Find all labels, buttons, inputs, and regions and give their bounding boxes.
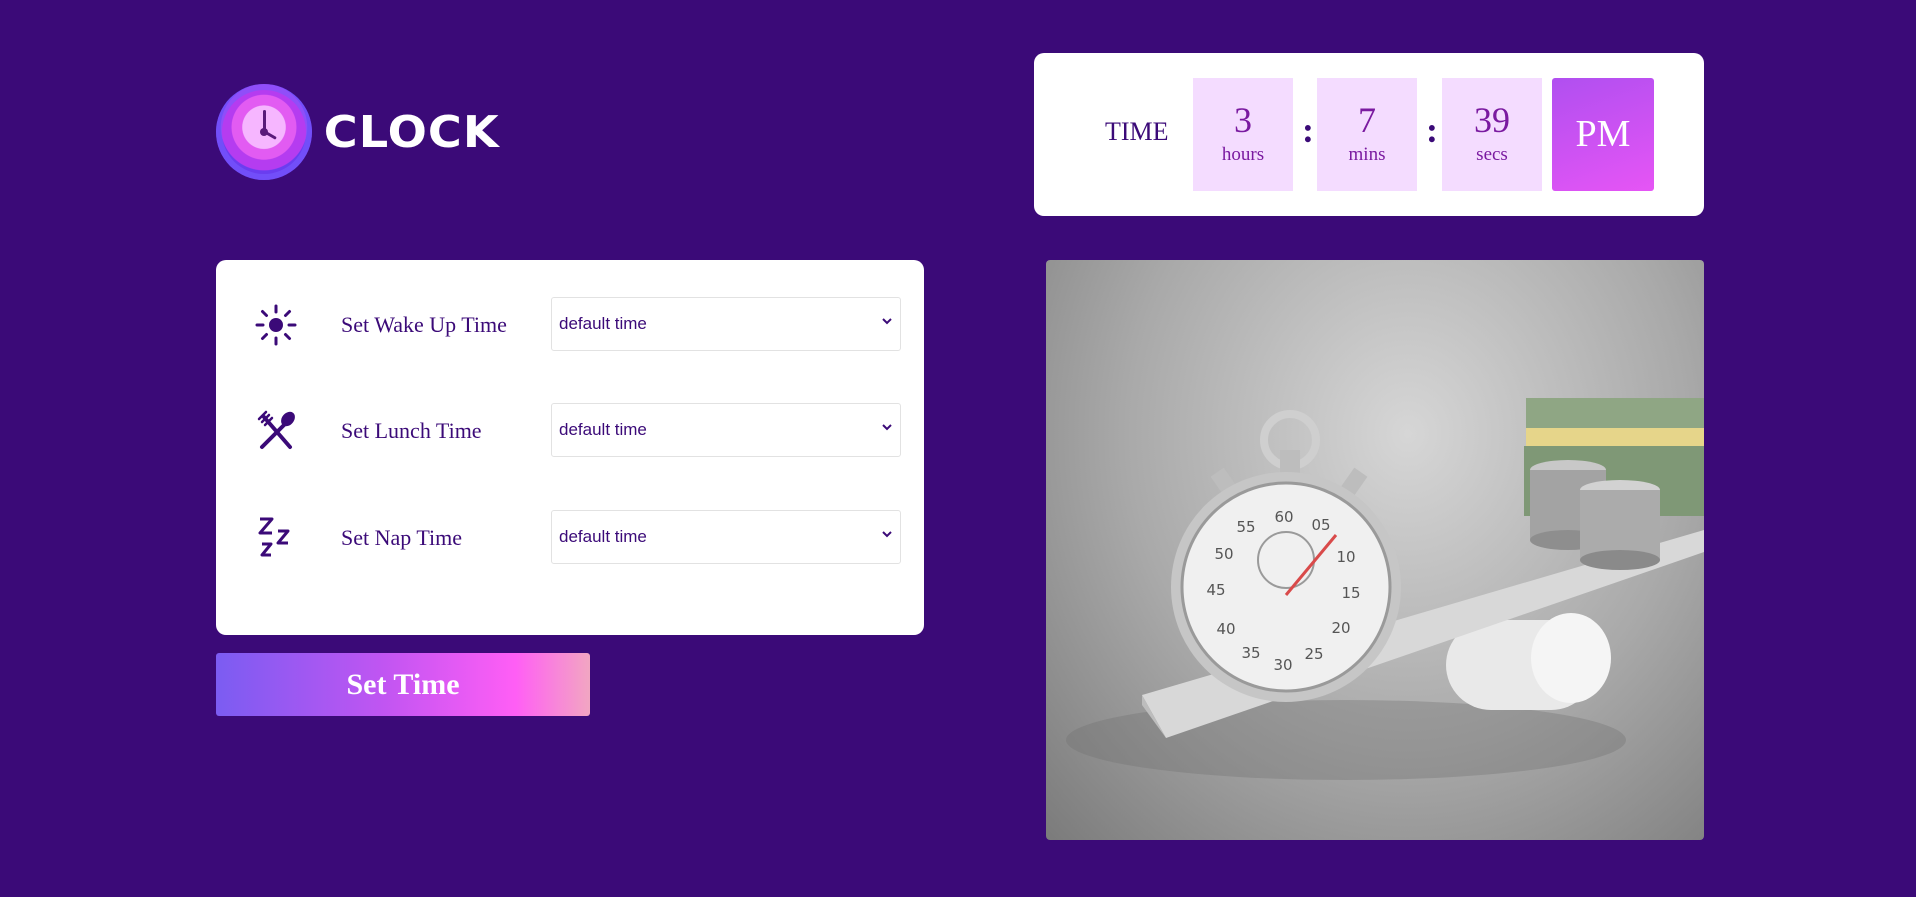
svg-text:25: 25 (1304, 645, 1323, 663)
logo: CLOCK (216, 84, 499, 180)
svg-text:40: 40 (1216, 620, 1235, 638)
select-value: default time (559, 420, 647, 439)
stopwatch-illustration: 60 05 10 15 20 25 30 35 40 45 5055 (1066, 398, 1704, 780)
lunch-row: Set Lunch Time default time (254, 403, 901, 459)
nap-row: Set Nap Time default time (254, 510, 901, 566)
hours-box: 3 hours (1193, 78, 1293, 191)
mins-value: 7 (1358, 100, 1376, 140)
svg-text:15: 15 (1341, 584, 1360, 602)
select-value: default time (559, 527, 647, 546)
fork-spoon-icon (257, 410, 295, 449)
lunch-time-select[interactable]: default time (551, 403, 901, 457)
ampm-indicator: PM (1552, 78, 1654, 191)
svg-text:35: 35 (1241, 644, 1260, 662)
set-time-button[interactable]: Set Time (216, 653, 590, 716)
clock-icon (216, 84, 312, 180)
mins-box: 7 mins (1317, 78, 1417, 191)
stopwatch-money-image: 60 05 10 15 20 25 30 35 40 45 50 55 (1046, 260, 1704, 840)
wake-up-time-select[interactable]: default time (551, 297, 901, 351)
svg-text:30: 30 (1273, 656, 1292, 674)
hours-value: 3 (1234, 100, 1252, 140)
zzz-icon (258, 517, 290, 557)
lunch-label: Set Lunch Time (341, 418, 482, 443)
time-display: TIME 3 hours : 7 mins : 39 secs PM (1034, 53, 1704, 216)
wake-up-row: Set Wake Up Time default time (254, 297, 901, 353)
mins-unit: mins (1348, 144, 1386, 165)
wake-up-label: Set Wake Up Time (341, 312, 507, 337)
secs-unit: secs (1476, 144, 1508, 165)
sun-icon (255, 304, 297, 346)
alarm-settings-card: Set Wake Up Time default time Set Lunch … (216, 260, 924, 635)
secs-box: 39 secs (1442, 78, 1542, 191)
svg-text:10: 10 (1336, 548, 1355, 566)
nap-time-select[interactable]: default time (551, 510, 901, 564)
secs-value: 39 (1474, 100, 1510, 140)
nap-label: Set Nap Time (341, 525, 463, 550)
svg-text:20: 20 (1331, 619, 1350, 637)
chevron-down-icon (882, 531, 892, 538)
colon-separator: : (1302, 110, 1314, 150)
svg-text:60: 60 (1274, 508, 1293, 526)
select-value: default time (559, 314, 647, 333)
time-label: TIME (1105, 117, 1169, 146)
svg-text:45: 45 (1206, 581, 1225, 599)
svg-text:50: 50 (1214, 545, 1233, 563)
svg-text:55: 55 (1236, 518, 1255, 536)
logo-text: CLOCK (323, 106, 500, 158)
colon-separator: : (1426, 110, 1438, 150)
chevron-down-icon (882, 318, 892, 325)
svg-text:05: 05 (1311, 516, 1330, 534)
chevron-down-icon (882, 424, 892, 431)
hours-unit: hours (1221, 144, 1265, 165)
